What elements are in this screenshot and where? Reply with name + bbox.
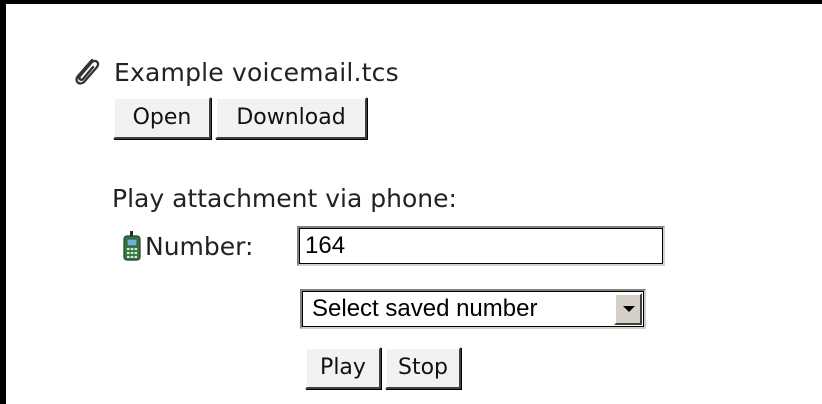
number-label: Number:	[145, 231, 254, 261]
saved-number-select[interactable]: Select saved number	[300, 289, 646, 329]
paperclip-icon	[75, 58, 100, 85]
play-via-phone-label: Play attachment via phone:	[112, 184, 457, 213]
attachment-row: Example voicemail.tcs	[68, 54, 399, 90]
mobile-phone-icon	[123, 231, 141, 261]
saved-number-select-value: Select saved number	[312, 295, 538, 322]
open-button[interactable]: Open	[113, 97, 211, 139]
attachment-panel: Example voicemail.tcs Open Download Play…	[0, 0, 822, 404]
download-button[interactable]: Download	[215, 97, 367, 139]
number-row: Number:	[123, 228, 253, 264]
play-button[interactable]: Play	[305, 347, 381, 389]
attachment-filename[interactable]: Example voicemail.tcs	[114, 58, 399, 87]
chevron-down-icon[interactable]	[614, 293, 642, 325]
stop-button[interactable]: Stop	[385, 347, 461, 389]
phone-number-input[interactable]	[297, 226, 665, 266]
